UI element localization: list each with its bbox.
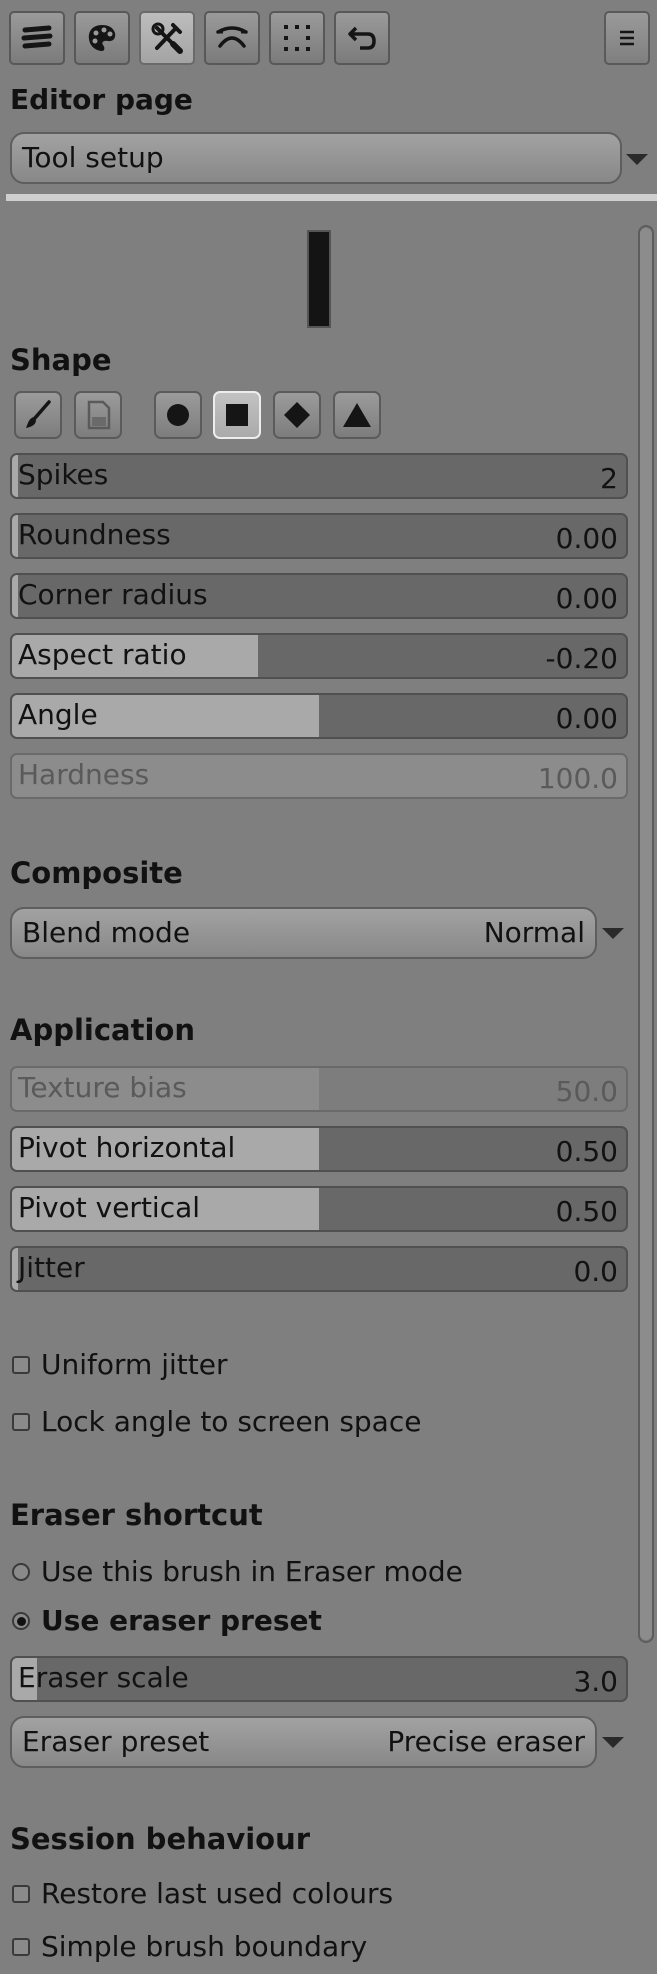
slider-value: 2	[600, 462, 618, 495]
tab-history[interactable]	[334, 11, 390, 65]
diamond-shape-button[interactable]	[273, 391, 321, 439]
circle-shape-icon	[167, 404, 189, 426]
corner-radius-slider[interactable]: Corner radius 0.00	[10, 573, 628, 619]
blend-mode-select[interactable]: Blend mode Normal	[10, 907, 597, 959]
aspect-ratio-slider[interactable]: Aspect ratio -0.20	[10, 633, 628, 679]
curve-icon	[216, 26, 248, 48]
slider-value: 0.50	[555, 1195, 618, 1228]
layers-icon	[21, 25, 53, 49]
slider-label: Pivot vertical	[18, 1191, 201, 1224]
blend-mode-value: Normal	[483, 916, 585, 949]
chevron-down-icon[interactable]	[602, 1737, 624, 1748]
radio-label: Use eraser preset	[41, 1604, 322, 1637]
checkbox-box[interactable]	[12, 1885, 30, 1903]
slider-label: Spikes	[18, 458, 109, 491]
circle-shape-button[interactable]	[154, 391, 202, 439]
checkbox-box[interactable]	[12, 1356, 30, 1374]
slider-value: 0.0	[573, 1255, 618, 1288]
roundness-slider[interactable]: Roundness 0.00	[10, 513, 628, 559]
blend-mode-label: Blend mode	[22, 916, 191, 949]
pivot-vertical-slider[interactable]: Pivot vertical 0.50	[10, 1186, 628, 1232]
tools-icon	[151, 22, 183, 54]
tab-curve[interactable]	[204, 11, 260, 65]
slider-label: Eraser scale	[18, 1661, 189, 1694]
tab-selection[interactable]	[269, 11, 325, 65]
slider-value: 0.00	[555, 582, 618, 615]
slider-value: 50.0	[555, 1075, 618, 1108]
slider-label: Texture bias	[18, 1071, 187, 1104]
triangle-shape-button[interactable]	[333, 391, 381, 439]
slider-value: 3.0	[573, 1665, 618, 1698]
uniform-jitter-checkbox[interactable]: Uniform jitter	[12, 1345, 227, 1385]
session-behaviour-heading: Session behaviour	[10, 1822, 311, 1856]
palette-icon	[88, 25, 116, 51]
tab-tool-setup[interactable]	[139, 11, 195, 65]
brush-preview	[307, 230, 331, 328]
radio-circle[interactable]	[12, 1563, 30, 1581]
eraser-preset-radio[interactable]: Use eraser preset	[12, 1601, 322, 1641]
slider-value: -0.20	[545, 642, 618, 675]
texture-bias-slider: Texture bias 50.0	[10, 1066, 628, 1112]
eraser-scale-slider[interactable]: Eraser scale 3.0	[10, 1656, 628, 1702]
checkbox-label: Uniform jitter	[41, 1348, 228, 1381]
slider-value: 0.00	[555, 522, 618, 555]
shape-heading: Shape	[10, 343, 112, 377]
checkbox-box[interactable]	[12, 1938, 30, 1956]
tab-palette[interactable]	[74, 11, 130, 65]
panel-menu-button[interactable]	[604, 11, 650, 65]
editor-page-value: Tool setup	[22, 141, 164, 174]
diamond-shape-icon	[284, 402, 310, 428]
triangle-shape-icon	[343, 403, 371, 427]
slider-value: 0.00	[555, 702, 618, 735]
jitter-slider[interactable]: Jitter 0.0	[10, 1246, 628, 1292]
tool-tab-bar	[0, 0, 657, 72]
slider-value: 100.0	[537, 762, 618, 795]
undo-icon	[348, 26, 376, 50]
square-shape-icon	[226, 404, 248, 426]
radio-label: Use this brush in Eraser mode	[41, 1555, 463, 1588]
simple-boundary-checkbox[interactable]: Simple brush boundary	[12, 1927, 367, 1967]
slider-label: Aspect ratio	[18, 638, 187, 671]
eraser-shortcut-heading: Eraser shortcut	[10, 1498, 263, 1532]
eraser-mode-radio[interactable]: Use this brush in Eraser mode	[12, 1552, 463, 1592]
checkbox-box[interactable]	[12, 1413, 30, 1431]
lock-angle-checkbox[interactable]: Lock angle to screen space	[12, 1402, 421, 1442]
chevron-down-icon[interactable]	[602, 928, 624, 939]
slider-label: Roundness	[18, 518, 171, 551]
slider-value: 0.50	[555, 1135, 618, 1168]
eraser-preset-label: Eraser preset	[22, 1725, 210, 1758]
slider-label: Pivot horizontal	[18, 1131, 236, 1164]
checkbox-label: Simple brush boundary	[41, 1930, 368, 1963]
brush-shape-button[interactable]	[14, 391, 62, 439]
stamp-file-icon	[87, 400, 111, 430]
eraser-preset-select[interactable]: Eraser preset Precise eraser	[10, 1716, 597, 1768]
slider-label: Jitter	[18, 1251, 85, 1284]
checkbox-label: Lock angle to screen space	[41, 1405, 422, 1438]
composite-heading: Composite	[10, 856, 183, 890]
editor-page-label: Editor page	[10, 83, 193, 116]
editor-page-select[interactable]: Tool setup	[10, 132, 622, 184]
slider-label: Hardness	[18, 758, 150, 791]
selection-icon	[284, 25, 310, 51]
eraser-preset-value: Precise eraser	[387, 1725, 585, 1758]
radio-circle[interactable]	[12, 1612, 30, 1630]
checkbox-label: Restore last used colours	[41, 1877, 394, 1910]
divider	[6, 194, 657, 201]
spikes-slider[interactable]: Spikes 2	[10, 453, 628, 499]
chevron-down-icon[interactable]	[626, 154, 648, 165]
scrollbar-thumb[interactable]	[640, 228, 652, 1640]
pivot-horizontal-slider[interactable]: Pivot horizontal 0.50	[10, 1126, 628, 1172]
application-heading: Application	[10, 1013, 195, 1047]
hardness-slider: Hardness 100.0	[10, 753, 628, 799]
angle-slider[interactable]: Angle 0.00	[10, 693, 628, 739]
slider-label: Angle	[18, 698, 98, 731]
stamp-file-button[interactable]	[74, 391, 122, 439]
square-shape-button[interactable]	[213, 391, 261, 439]
restore-colours-checkbox[interactable]: Restore last used colours	[12, 1874, 393, 1914]
brush-shape-icon	[26, 400, 51, 428]
hamburger-menu-icon	[620, 30, 634, 46]
slider-label: Corner radius	[18, 578, 208, 611]
tab-layers[interactable]	[9, 11, 65, 65]
